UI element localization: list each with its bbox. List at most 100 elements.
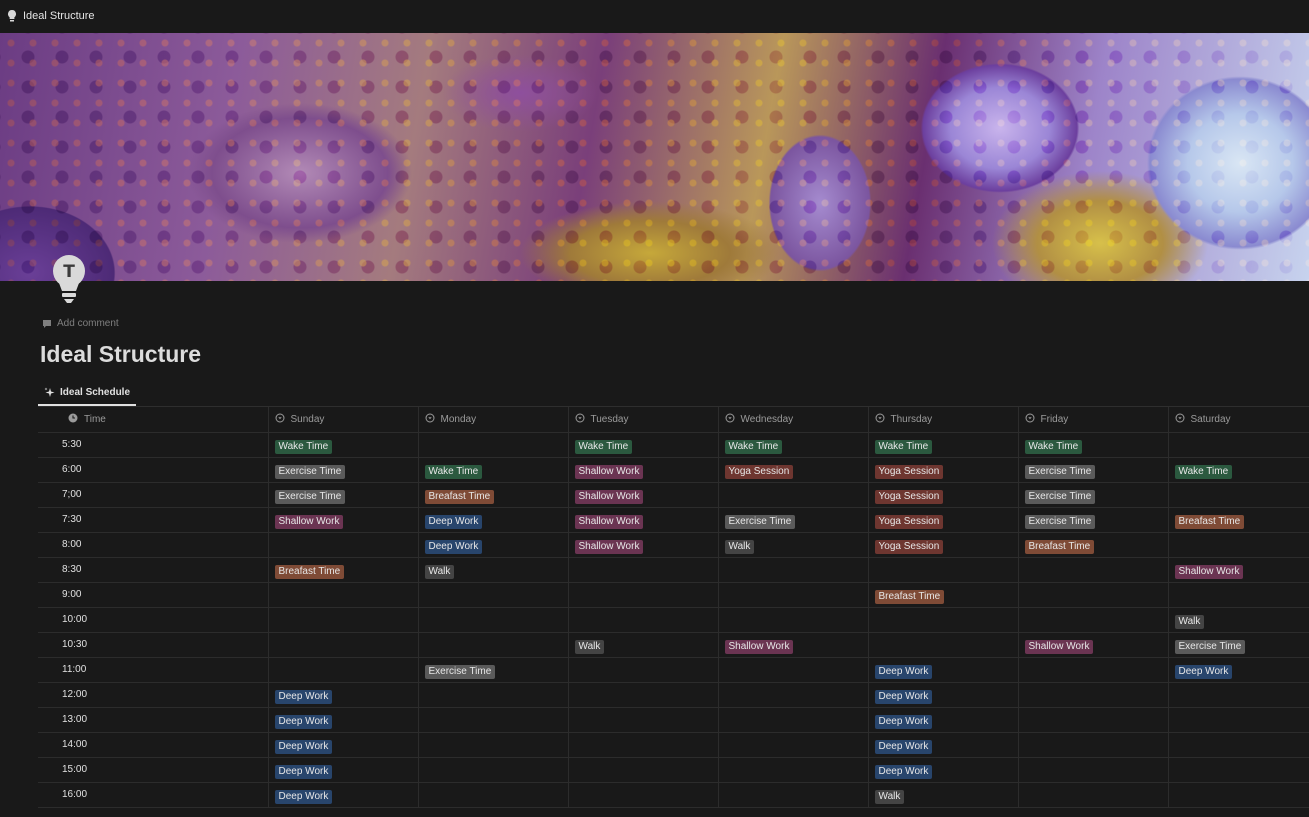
schedule-cell-saturday[interactable]: [1168, 707, 1309, 733]
table-row[interactable]: 9:00 Breafast Time: [38, 582, 1309, 608]
schedule-cell-monday[interactable]: Deep Work: [418, 507, 569, 533]
column-header-sunday[interactable]: Sunday: [268, 407, 419, 433]
column-header-friday[interactable]: Friday: [1018, 407, 1169, 433]
schedule-cell-monday[interactable]: [418, 582, 569, 608]
column-header-tuesday[interactable]: Tuesday: [568, 407, 719, 433]
schedule-cell-sunday[interactable]: [268, 607, 419, 633]
schedule-cell-tuesday[interactable]: [568, 757, 719, 783]
add-comment-button[interactable]: Add comment: [42, 318, 119, 329]
schedule-cell-sunday[interactable]: Deep Work: [268, 732, 419, 758]
schedule-cell-thursday[interactable]: Deep Work: [868, 732, 1019, 758]
time-cell[interactable]: 6:00: [38, 457, 269, 483]
schedule-cell-tuesday[interactable]: [568, 607, 719, 633]
schedule-cell-thursday[interactable]: Deep Work: [868, 707, 1019, 733]
schedule-cell-monday[interactable]: Exercise Time: [418, 657, 569, 683]
schedule-cell-wednesday[interactable]: [718, 682, 869, 708]
table-row[interactable]: 10:00 Walk: [38, 607, 1309, 633]
page-title[interactable]: Ideal Structure: [40, 341, 201, 368]
table-row[interactable]: 7;00 Exercise Time Breafast Time Shallow Wo…: [38, 482, 1309, 508]
schedule-cell-saturday[interactable]: Wake Time: [1168, 457, 1309, 483]
cover-image[interactable]: [0, 33, 1309, 281]
schedule-cell-sunday[interactable]: Exercise Time: [268, 457, 419, 483]
schedule-cell-wednesday[interactable]: Walk: [718, 532, 869, 558]
schedule-cell-thursday[interactable]: Yoga Session: [868, 532, 1019, 558]
column-header-thursday[interactable]: Thursday: [868, 407, 1019, 433]
schedule-cell-wednesday[interactable]: Wake Time: [718, 432, 869, 458]
schedule-cell-saturday[interactable]: [1168, 782, 1309, 808]
schedule-cell-sunday[interactable]: [268, 582, 419, 608]
schedule-cell-friday[interactable]: Exercise Time: [1018, 482, 1169, 508]
schedule-cell-saturday[interactable]: Shallow Work: [1168, 557, 1309, 583]
schedule-cell-thursday[interactable]: Deep Work: [868, 682, 1019, 708]
schedule-cell-saturday[interactable]: Walk: [1168, 607, 1309, 633]
schedule-cell-thursday[interactable]: [868, 557, 1019, 583]
table-row[interactable]: 8:30 Breafast Time Walk Shallow Work: [38, 557, 1309, 583]
schedule-cell-friday[interactable]: Exercise Time: [1018, 457, 1169, 483]
schedule-cell-thursday[interactable]: Wake Time: [868, 432, 1019, 458]
time-cell[interactable]: 14:00: [38, 732, 269, 758]
schedule-cell-thursday[interactable]: Yoga Session: [868, 507, 1019, 533]
schedule-cell-thursday[interactable]: [868, 632, 1019, 658]
schedule-cell-sunday[interactable]: Deep Work: [268, 757, 419, 783]
schedule-cell-friday[interactable]: [1018, 607, 1169, 633]
schedule-cell-friday[interactable]: Shallow Work: [1018, 632, 1169, 658]
schedule-cell-monday[interactable]: Deep Work: [418, 532, 569, 558]
table-row[interactable]: 5:30 Wake Time Wake Time Wake Time Wake Time…: [38, 432, 1309, 458]
schedule-cell-thursday[interactable]: [868, 607, 1019, 633]
breadcrumb-page-title[interactable]: Ideal Structure: [23, 10, 95, 22]
time-cell[interactable]: 15:00: [38, 757, 269, 783]
schedule-cell-monday[interactable]: [418, 782, 569, 808]
schedule-cell-saturday[interactable]: [1168, 757, 1309, 783]
schedule-cell-saturday[interactable]: Exercise Time: [1168, 632, 1309, 658]
time-cell[interactable]: 5:30: [38, 432, 269, 458]
schedule-cell-saturday[interactable]: Breafast Time: [1168, 507, 1309, 533]
schedule-cell-friday[interactable]: [1018, 707, 1169, 733]
table-row[interactable]: 11:00 Exercise Time Deep Work Deep Work: [38, 657, 1309, 683]
schedule-cell-sunday[interactable]: [268, 657, 419, 683]
schedule-cell-thursday[interactable]: Deep Work: [868, 657, 1019, 683]
schedule-cell-monday[interactable]: [418, 632, 569, 658]
column-header-monday[interactable]: Monday: [418, 407, 569, 433]
schedule-cell-wednesday[interactable]: [718, 782, 869, 808]
schedule-cell-tuesday[interactable]: [568, 657, 719, 683]
table-row[interactable]: 8:00 Deep Work Shallow Work Walk Yoga Sessio…: [38, 532, 1309, 558]
schedule-cell-wednesday[interactable]: [718, 607, 869, 633]
schedule-cell-monday[interactable]: Walk: [418, 557, 569, 583]
schedule-cell-sunday[interactable]: [268, 632, 419, 658]
schedule-cell-friday[interactable]: [1018, 782, 1169, 808]
schedule-cell-friday[interactable]: Exercise Time: [1018, 507, 1169, 533]
time-cell[interactable]: 7;00: [38, 482, 269, 508]
schedule-cell-friday[interactable]: [1018, 732, 1169, 758]
time-cell[interactable]: 12:00: [38, 682, 269, 708]
time-cell[interactable]: 11:00: [38, 657, 269, 683]
schedule-cell-wednesday[interactable]: [718, 582, 869, 608]
time-cell[interactable]: 10:30: [38, 632, 269, 658]
schedule-cell-friday[interactable]: [1018, 682, 1169, 708]
schedule-cell-tuesday[interactable]: [568, 557, 719, 583]
schedule-cell-wednesday[interactable]: Yoga Session: [718, 457, 869, 483]
table-row[interactable]: 14:00 Deep Work Deep Work: [38, 732, 1309, 758]
schedule-cell-monday[interactable]: [418, 432, 569, 458]
schedule-cell-wednesday[interactable]: Exercise Time: [718, 507, 869, 533]
schedule-cell-friday[interactable]: [1018, 657, 1169, 683]
schedule-cell-tuesday[interactable]: [568, 707, 719, 733]
column-header-saturday[interactable]: Saturday: [1168, 407, 1309, 433]
schedule-cell-wednesday[interactable]: [718, 657, 869, 683]
schedule-cell-monday[interactable]: [418, 707, 569, 733]
table-row[interactable]: 6:00 Exercise Time Wake Time Shallow Work Yo…: [38, 457, 1309, 483]
schedule-cell-wednesday[interactable]: [718, 482, 869, 508]
schedule-cell-sunday[interactable]: Deep Work: [268, 682, 419, 708]
schedule-cell-tuesday[interactable]: Walk: [568, 632, 719, 658]
table-row[interactable]: 7:30 Shallow Work Deep Work Shallow Work Exe…: [38, 507, 1309, 533]
schedule-cell-tuesday[interactable]: [568, 732, 719, 758]
schedule-cell-tuesday[interactable]: Shallow Work: [568, 482, 719, 508]
schedule-cell-monday[interactable]: Breafast Time: [418, 482, 569, 508]
time-cell[interactable]: 10:00: [38, 607, 269, 633]
schedule-cell-sunday[interactable]: Deep Work: [268, 782, 419, 808]
schedule-cell-saturday[interactable]: [1168, 682, 1309, 708]
schedule-cell-sunday[interactable]: Wake Time: [268, 432, 419, 458]
schedule-cell-friday[interactable]: [1018, 757, 1169, 783]
schedule-cell-sunday[interactable]: Exercise Time: [268, 482, 419, 508]
schedule-cell-tuesday[interactable]: [568, 682, 719, 708]
time-cell[interactable]: 13:00: [38, 707, 269, 733]
